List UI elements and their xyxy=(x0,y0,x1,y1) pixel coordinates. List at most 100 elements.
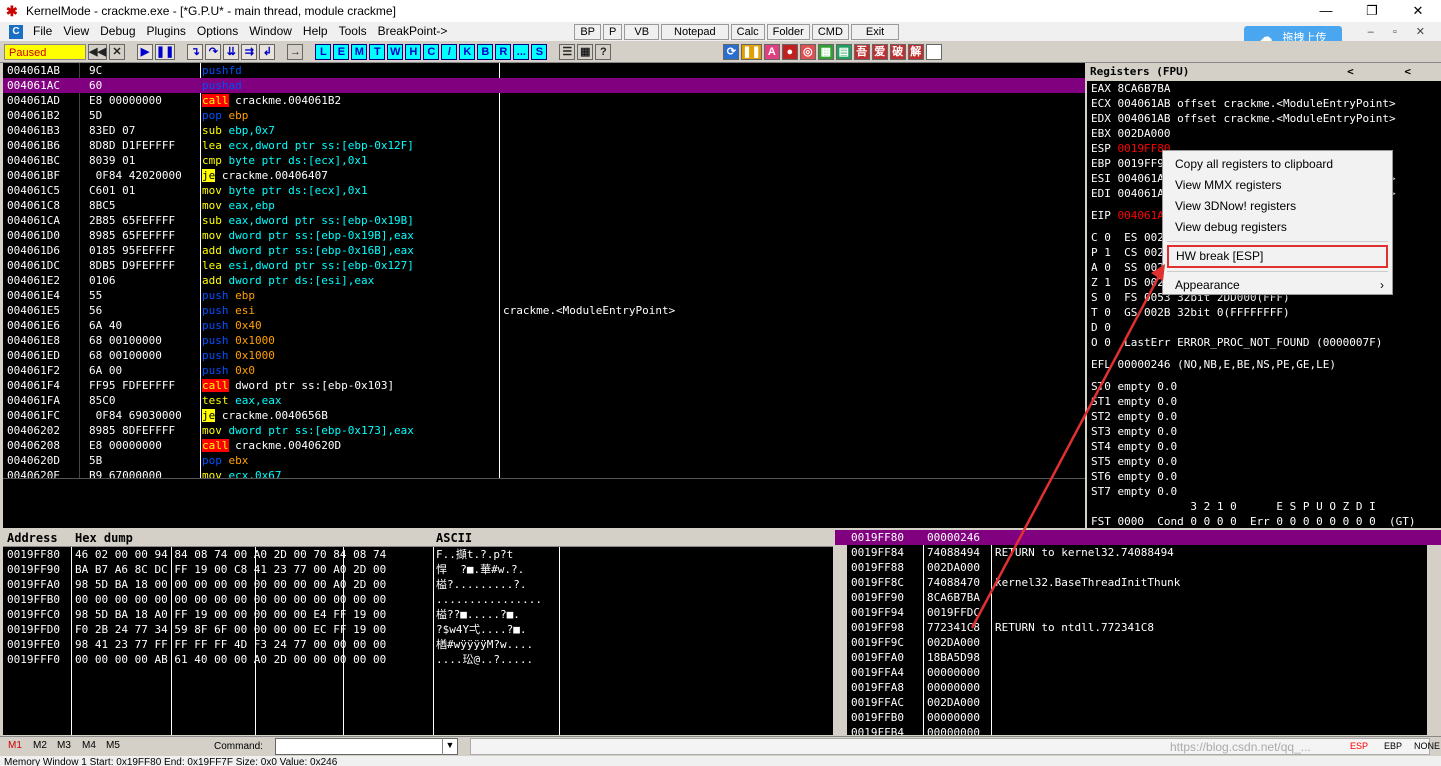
log-button[interactable]: L xyxy=(315,43,332,60)
disasm-row[interactable]: 004061CA 2B85 65FEFFFF sub eax,dword ptr s… xyxy=(3,213,1085,228)
stack-row[interactable]: 0019FF80 00000246 xyxy=(835,530,1441,545)
char-1-icon[interactable]: 吾 xyxy=(853,43,870,60)
exit-button[interactable]: Exit xyxy=(850,23,900,40)
stack-row[interactable]: 0019FFB0 00000000 xyxy=(835,710,1441,725)
stack-row[interactable]: 0019FF98 772341C8 RETURN to ntdll.772341C8 xyxy=(835,620,1441,635)
stack-row[interactable]: 0019FF9C 002DA000 xyxy=(835,635,1441,650)
menu-view-mmx[interactable]: View MMX registers xyxy=(1163,175,1392,196)
char-2-icon[interactable]: 爱 xyxy=(871,43,888,60)
disasm-row[interactable]: 00406202 8985 8DFEFFFF mov dword ptr ss:[e… xyxy=(3,423,1085,438)
ebp-indicator[interactable]: EBP xyxy=(1384,741,1402,751)
mdi-controls[interactable]: – ▫ ✕ xyxy=(1368,25,1433,38)
disasm-row[interactable]: 004061FC 0F84 69030000 je crackme.0040656… xyxy=(3,408,1085,423)
palette-icon[interactable]: ▦ xyxy=(577,43,594,60)
chevron-down-icon[interactable]: ▼ xyxy=(442,738,457,755)
register-line[interactable]: FST 0000 Cond 0 0 0 0 Err 0 0 0 0 0 0 0 … xyxy=(1087,514,1441,528)
register-line[interactable]: 3 2 1 0 E S P U O Z D I xyxy=(1087,499,1441,514)
disasm-row[interactable]: 004061E8 68 00100000 push 0x1000 xyxy=(3,333,1085,348)
stack-row[interactable]: 0019FFA4 00000000 xyxy=(835,665,1441,680)
registers-nav-arrows[interactable]: < < xyxy=(1347,63,1433,81)
dump-header-address[interactable]: Address xyxy=(7,531,58,545)
list-icon[interactable]: ☰ xyxy=(559,43,576,60)
bp-button[interactable]: BP xyxy=(574,23,602,40)
mark-m1[interactable]: M1 xyxy=(8,740,22,751)
threads-button[interactable]: T xyxy=(369,43,386,60)
menu-hw-break-esp[interactable]: HW break [ESP] xyxy=(1167,245,1388,268)
stack-row[interactable]: 0019FFAC 002DA000 xyxy=(835,695,1441,710)
calc-button[interactable]: Calc xyxy=(730,23,765,40)
dump-header-hex[interactable]: Hex dump xyxy=(75,531,133,545)
disasm-row[interactable]: 004061E4 55 push ebp xyxy=(3,288,1085,303)
register-line[interactable]: ST7 empty 0.0 xyxy=(1087,484,1441,499)
step-into-icon[interactable]: ↴ xyxy=(187,43,204,60)
disasm-row[interactable]: 004061C5 C601 01 mov byte ptr ds:[ecx],0x1 xyxy=(3,183,1085,198)
close-debug-icon[interactable]: ✕ xyxy=(108,43,125,60)
patches-button[interactable]: / xyxy=(441,43,458,60)
menu-debug[interactable]: Debug xyxy=(96,22,142,41)
disasm-row[interactable]: 004061D6 0185 95FEFFFF add dword ptr ss:[e… xyxy=(3,243,1085,258)
menu-tools[interactable]: Tools xyxy=(335,22,374,41)
dump-row[interactable]: 0019FFE0 98 41 23 77 FF FF FF FF 4D F3 24… xyxy=(3,637,833,652)
record-icon[interactable]: ● xyxy=(781,43,798,60)
disasm-row[interactable]: 004061E5 56 push esi crackme.<ModuleEntryPo… xyxy=(3,303,1085,318)
dump-row[interactable]: 0019FFC0 98 5D BA 18 A0 FF 19 00 00 00 00… xyxy=(3,607,833,622)
dump-row[interactable]: 0019FF90 BA B7 A6 8C DC FF 19 00 C8 41 23… xyxy=(3,562,833,577)
register-line[interactable]: ECX 004061AB offset crackme.<ModuleEntry… xyxy=(1087,96,1441,111)
register-line[interactable]: ST0 empty 0.0 xyxy=(1087,379,1441,394)
handles-button[interactable]: H xyxy=(405,43,422,60)
run-icon[interactable]: ▶ xyxy=(136,43,153,60)
disasm-row[interactable]: 004061ED 68 00100000 push 0x1000 xyxy=(3,348,1085,363)
dump-row[interactable]: 0019FFD0 F0 2B 24 77 34 59 8F 6F 00 00 00… xyxy=(3,622,833,637)
hex-dump-pane[interactable]: Address Hex dump ASCII 0019FF80 46 02 00 … xyxy=(3,530,833,735)
dump-row[interactable]: 0019FFF0 00 00 00 00 AB 61 40 00 00 A0 2D… xyxy=(3,652,833,667)
executable-modules-button[interactable]: E xyxy=(333,43,350,60)
register-line[interactable]: EDX 004061AB offset crackme.<ModuleEntry… xyxy=(1087,111,1441,126)
disasm-row[interactable]: 004061D0 8985 65FEFFFF mov dword ptr ss:[e… xyxy=(3,228,1085,243)
menu-window[interactable]: Window xyxy=(245,22,299,41)
a-plugin-icon[interactable]: A xyxy=(763,43,780,60)
menu-help[interactable]: Help xyxy=(299,22,335,41)
dump-row[interactable]: 0019FFA0 98 5D BA 18 00 00 00 00 00 00 00… xyxy=(3,577,833,592)
disasm-row[interactable]: 004061B3 83ED 07 sub ebp,0x7 xyxy=(3,123,1085,138)
menu-breakpoint[interactable]: BreakPoint-> xyxy=(374,22,455,41)
dump-row[interactable]: 0019FFB0 00 00 00 00 00 00 00 00 00 00 00… xyxy=(3,592,833,607)
disasm-row[interactable]: 004061FA 85C0 test eax,eax xyxy=(3,393,1085,408)
disasm-row[interactable]: 004061F2 6A 00 push 0x0 xyxy=(3,363,1085,378)
register-line[interactable]: ST5 empty 0.0 xyxy=(1087,454,1441,469)
register-line[interactable]: ST4 empty 0.0 xyxy=(1087,439,1441,454)
refresh-icon[interactable]: ⟳ xyxy=(723,43,740,60)
pause-plugin-icon[interactable]: ❚❚ xyxy=(741,43,762,60)
trace-over-icon[interactable]: ⇉ xyxy=(241,43,258,60)
disasm-row[interactable]: 004061DC 8DB5 D9FEFFFF lea esi,dword ptr s… xyxy=(3,258,1085,273)
cpu-button[interactable]: C xyxy=(423,43,440,60)
menu-options[interactable]: Options xyxy=(193,22,245,41)
stack-row[interactable]: 0019FFB4 00000000 xyxy=(835,725,1441,735)
register-line[interactable]: EFL 00000246 (NO,NB,E,BE,NS,PE,GE,LE) xyxy=(1087,357,1441,372)
trace-into-icon[interactable]: ⇊ xyxy=(223,43,240,60)
register-line[interactable]: ST2 empty 0.0 xyxy=(1087,409,1441,424)
menu-appearance[interactable]: Appearance › xyxy=(1163,275,1392,296)
register-line[interactable]: O 0 LastErr ERROR_PROC_NOT_FOUND (000000… xyxy=(1087,335,1441,350)
disasm-row[interactable]: 004061AD E8 00000000 call crackme.004061B2 xyxy=(3,93,1085,108)
mark-m3[interactable]: M3 xyxy=(57,740,71,751)
menu-file[interactable]: File xyxy=(29,22,59,41)
disasm-row[interactable]: 00406208 E8 00000000 call crackme.0040620D xyxy=(3,438,1085,453)
run-trace-button[interactable]: ... xyxy=(513,43,530,60)
menu-copy-registers[interactable]: Copy all registers to clipboard xyxy=(1163,154,1392,175)
register-line[interactable]: T 0 GS 002B 32bit 0(FFFFFFFF) xyxy=(1087,305,1441,320)
register-line[interactable]: EBX 002DA000 xyxy=(1087,126,1441,141)
menu-view-debug-registers[interactable]: View debug registers xyxy=(1163,217,1392,238)
disasm-row[interactable]: 004061B6 8D8D D1FEFFFF lea ecx,dword ptr s… xyxy=(3,138,1085,153)
p-button[interactable]: P xyxy=(603,23,623,40)
pause-icon[interactable]: ❚❚ xyxy=(154,43,176,60)
disasm-row[interactable]: 004061AB 9C pushfd xyxy=(3,63,1085,78)
disasm-row[interactable]: 004061C8 8BC5 mov eax,ebp xyxy=(3,198,1085,213)
restart-icon[interactable]: ◀◀ xyxy=(88,43,107,60)
windows-button[interactable]: W xyxy=(387,43,404,60)
step-over-icon[interactable]: ↷ xyxy=(205,43,222,60)
command-input[interactable] xyxy=(275,738,458,755)
register-line[interactable]: D 0 xyxy=(1087,320,1441,335)
dump-row[interactable]: 0019FF80 46 02 00 00 94 84 08 74 00 A0 2D… xyxy=(3,547,833,562)
menu-plugins[interactable]: Plugins xyxy=(143,22,193,41)
breakpoints-button[interactable]: B xyxy=(477,43,494,60)
